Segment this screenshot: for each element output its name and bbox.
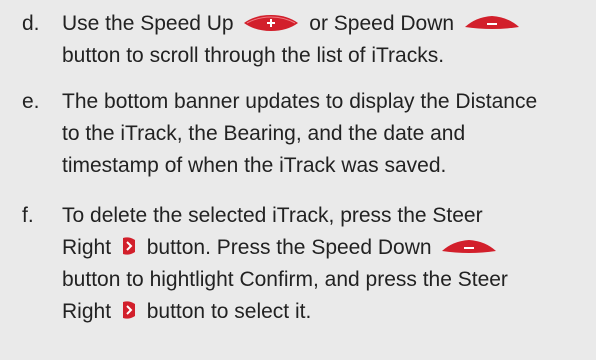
speed-up-icon (244, 14, 299, 31)
step-text-segment: or Speed Down (309, 12, 455, 35)
step-line: Right button to select it. (62, 296, 594, 328)
steer-right-icon (122, 301, 135, 320)
step-line: Use the Speed Up or Speed Down (62, 8, 594, 40)
step-line: to the iTrack, the Bearing, and the date… (62, 122, 466, 145)
step-text-segment: Use the Speed Up (62, 12, 234, 35)
step-line: Right button. Press the Speed Down (62, 232, 594, 264)
step-text-segment: Right (62, 300, 112, 323)
step-line: button to scroll through the list of iTr… (62, 44, 445, 67)
speed-down-icon (464, 15, 519, 29)
step-text: To delete the selected iTrack, press the… (62, 200, 594, 328)
step-text: The bottom banner updates to display the… (62, 86, 594, 182)
step-letter: d. (22, 12, 40, 35)
steer-right-icon (122, 237, 135, 256)
step-text: Use the Speed Up or Speed Down button to… (62, 8, 594, 72)
step-line: The bottom banner updates to display the… (62, 90, 538, 113)
step-text-segment: button to select it. (146, 300, 312, 323)
step-line: timestamp of when the iTrack was saved. (62, 154, 447, 177)
step-line: button to hightlight Confirm, and press … (62, 268, 508, 291)
speed-down-icon (442, 239, 497, 253)
step-letter: f. (22, 204, 34, 227)
step-text-segment: Right (62, 236, 112, 259)
manual-page: d. Use the Speed Up or Speed Down button… (0, 0, 596, 360)
step-letter: e. (22, 90, 40, 113)
step-text-segment: button. Press the Speed Down (146, 236, 432, 259)
step-line: To delete the selected iTrack, press the… (62, 204, 483, 227)
